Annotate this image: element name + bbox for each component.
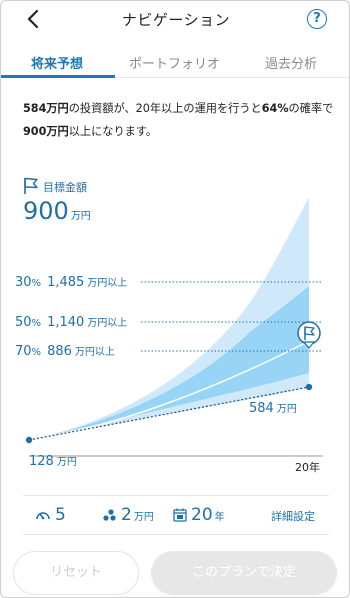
target-label: 目標金額	[43, 181, 87, 194]
investment-period[interactable]: 20 年	[173, 505, 225, 525]
years-unit: 年	[214, 512, 225, 523]
percent-sign: %	[31, 278, 42, 289]
help-icon[interactable]: ?	[307, 9, 327, 29]
scenario-unit: 万円以上	[87, 278, 128, 289]
scenario-percent: 70	[15, 344, 32, 359]
end-year-label: 20年	[295, 461, 320, 474]
summary-text-3: 以上になります。	[68, 125, 158, 138]
target-value: 900	[23, 197, 69, 225]
decide-plan-button[interactable]: このプランで決定	[151, 551, 337, 595]
active-tab-indicator	[1, 75, 115, 78]
scenario-unit: 万円以上	[87, 318, 128, 329]
target-value-display: 900 万円	[23, 197, 91, 225]
end-value-label: 584 万円	[249, 400, 297, 416]
start-point	[25, 436, 33, 444]
scenario-70: 70% 886 万円以上	[15, 343, 115, 359]
scenario-unit: 万円以上	[74, 347, 115, 358]
target-unit: 万円	[70, 211, 91, 222]
scenario-30: 30% 1,485 万円以上	[15, 274, 127, 290]
scenario-amount: 886	[47, 344, 72, 359]
risk-level[interactable]: 5	[35, 505, 66, 525]
percent-sign: %	[31, 318, 42, 329]
monthly-value: 2	[121, 505, 132, 525]
start-unit: 万円	[56, 457, 77, 468]
tab-bar: 将来予想 ポートフォリオ 過去分析	[1, 47, 349, 78]
percent-sign: %	[31, 347, 42, 358]
risk-value: 5	[55, 505, 66, 525]
scenario-amount: 1,485	[47, 275, 85, 290]
page-title: ナビゲーション	[121, 11, 231, 29]
end-value: 584	[249, 401, 274, 416]
plan-settings-bar: 5 2 万円 20 年 詳細設定	[23, 495, 329, 535]
detail-settings-link[interactable]: 詳細設定	[271, 508, 315, 524]
summary-target: 900万円	[23, 125, 69, 138]
summary-text-2: の確率で	[288, 102, 334, 115]
forecast-summary: 584万円の投資額が、20年以上の運用を行うと64%の確率で 900万円以上になり…	[23, 97, 335, 143]
years-value: 20	[191, 505, 213, 525]
flag-icon	[24, 177, 38, 194]
summary-text-1: の投資額が、20年以上の運用を行うと	[68, 102, 262, 115]
end-point	[305, 383, 313, 391]
start-value-label: 128 万円	[29, 453, 77, 469]
reset-button[interactable]: リセット	[13, 551, 139, 595]
calendar-icon	[173, 508, 187, 522]
scenario-percent: 50	[15, 315, 32, 330]
tab-forecast[interactable]: 将来予想	[31, 53, 83, 72]
speedometer-icon	[36, 512, 50, 520]
summary-probability: 64%	[261, 102, 289, 115]
monthly-unit: 万円	[133, 512, 154, 523]
header-bar: ナビゲーション ?	[1, 1, 349, 39]
scenario-50: 50% 1,140 万円以上	[15, 314, 127, 330]
forecast-chart	[25, 197, 323, 457]
summary-amount: 584万円	[23, 102, 69, 115]
end-unit: 万円	[276, 404, 297, 415]
coins-icon	[103, 509, 116, 521]
app-screen: ナビゲーション ? 将来予想 ポートフォリオ 過去分析 584万円の投資額が、2…	[0, 0, 350, 598]
monthly-contribution[interactable]: 2 万円	[101, 505, 154, 525]
tab-portfolio[interactable]: ポートフォリオ	[129, 53, 220, 72]
start-value: 128	[29, 454, 54, 469]
tab-past-analysis[interactable]: 過去分析	[265, 53, 317, 72]
scenario-percent: 30	[15, 275, 32, 290]
scenario-amount: 1,140	[47, 315, 85, 330]
